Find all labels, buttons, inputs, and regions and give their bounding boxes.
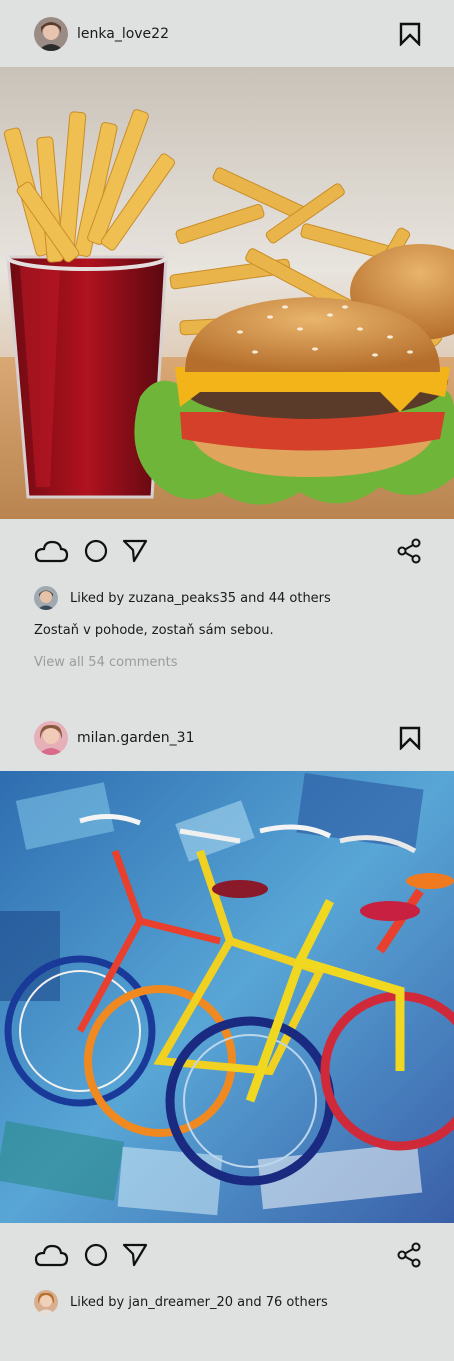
post-actions bbox=[0, 1223, 454, 1287]
post-2: milan.garden_31 Liked by jan_dreamer_20 … bbox=[0, 704, 454, 1317]
share-icon[interactable] bbox=[396, 538, 422, 564]
post-image[interactable] bbox=[0, 67, 454, 519]
share-icon[interactable] bbox=[396, 1242, 422, 1268]
send-icon[interactable] bbox=[122, 538, 148, 564]
cloud-icon[interactable] bbox=[33, 1242, 69, 1268]
post-1: lenka_love22 Liked by zuzana_peaks35 and… bbox=[0, 0, 454, 704]
avatar[interactable] bbox=[34, 586, 58, 610]
avatar[interactable] bbox=[34, 720, 68, 755]
avatar[interactable] bbox=[34, 1290, 58, 1314]
circle-icon[interactable] bbox=[83, 538, 109, 564]
view-comments-link[interactable]: View all 54 comments bbox=[0, 653, 454, 673]
post-caption: Zostaň v pohode, zostaň sám sebou. bbox=[34, 623, 274, 638]
post-header: milan.garden_31 bbox=[0, 704, 454, 771]
username[interactable]: lenka_love22 bbox=[77, 26, 169, 42]
bookmark-icon[interactable] bbox=[399, 726, 421, 750]
liked-by-text[interactable]: Liked by jan_dreamer_20 and 76 others bbox=[70, 1295, 328, 1310]
post-image[interactable] bbox=[0, 771, 454, 1223]
bookmark-icon[interactable] bbox=[399, 22, 421, 46]
liked-by-row: Liked by jan_dreamer_20 and 76 others bbox=[0, 1287, 454, 1317]
post-actions bbox=[0, 519, 454, 583]
post-header: lenka_love22 bbox=[0, 0, 454, 67]
circle-icon[interactable] bbox=[83, 1242, 109, 1268]
liked-by-row: Liked by zuzana_peaks35 and 44 others bbox=[0, 583, 454, 613]
cloud-icon[interactable] bbox=[33, 538, 69, 564]
send-icon[interactable] bbox=[122, 1242, 148, 1268]
liked-by-text[interactable]: Liked by zuzana_peaks35 and 44 others bbox=[70, 591, 331, 606]
username[interactable]: milan.garden_31 bbox=[77, 730, 194, 746]
avatar[interactable] bbox=[34, 16, 68, 51]
